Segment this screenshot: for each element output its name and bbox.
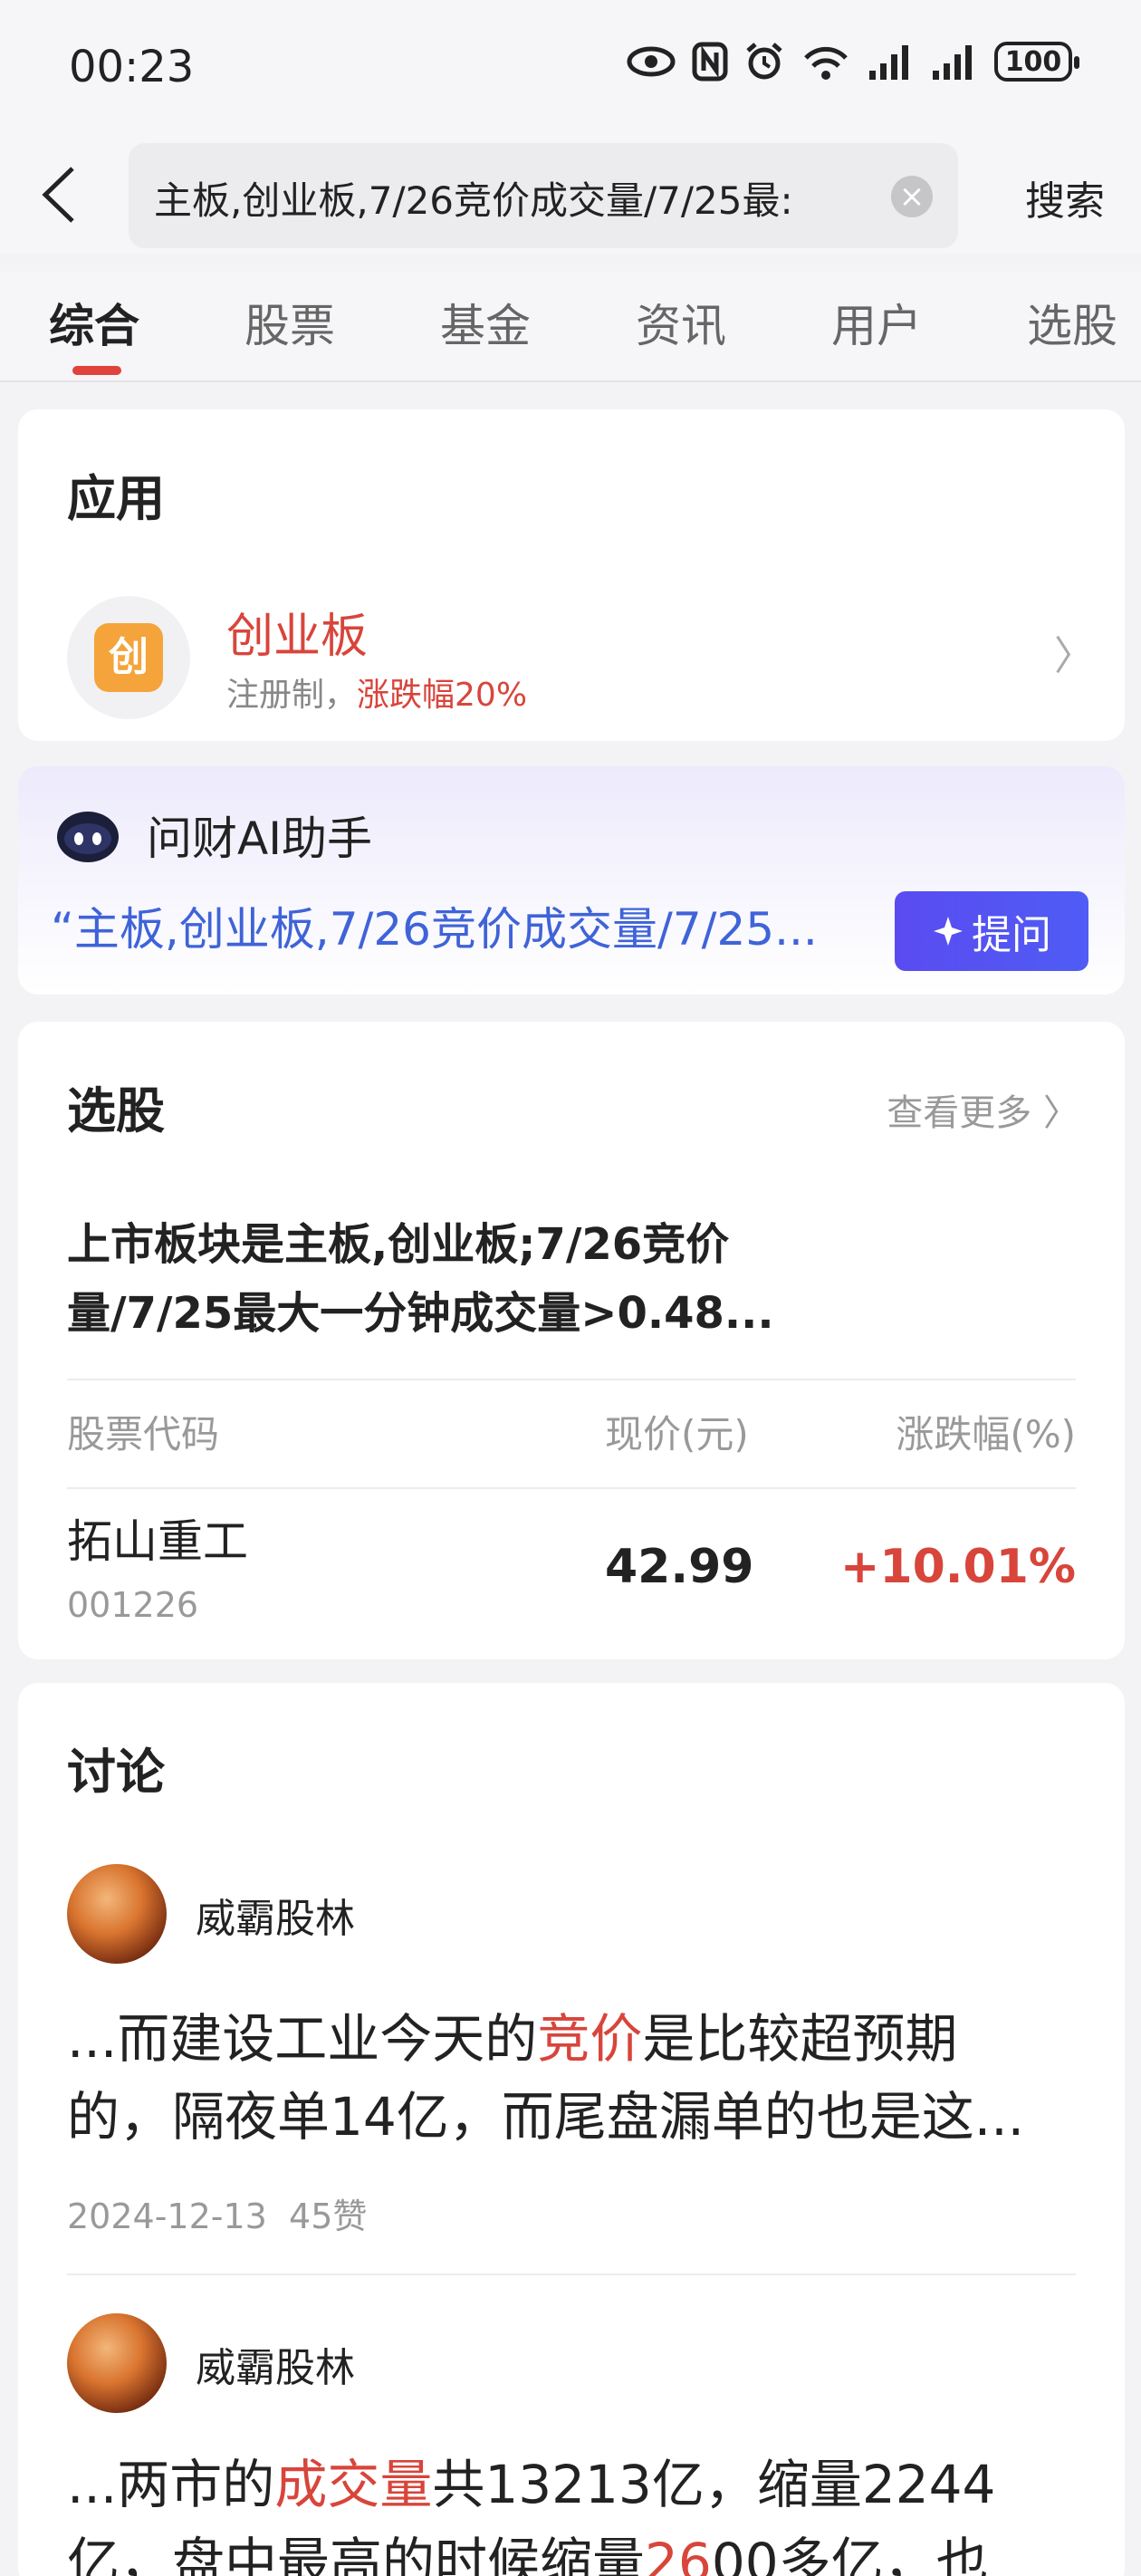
search-button[interactable]: 搜索	[1025, 168, 1105, 226]
post-meta: 2024-12-13 45赞	[67, 2188, 367, 2238]
sparkle-icon	[934, 917, 963, 946]
tab-screener[interactable]: 选股	[1027, 290, 1117, 355]
avatar[interactable]	[67, 1864, 167, 1964]
post-date: 2024-12-13	[67, 2196, 267, 2236]
status-time: 00:23	[69, 42, 195, 92]
alarm-icon	[746, 43, 782, 80]
stock-name: 拓山重工	[67, 1515, 248, 1568]
app-desc-highlight: 涨跌幅20%	[357, 677, 528, 714]
app-desc: 注册制，涨跌幅20%	[226, 668, 527, 716]
post-text-part: 00多亿，也	[711, 2532, 989, 2576]
post-likes: 45赞	[289, 2196, 368, 2236]
ai-query-suggestion[interactable]: “主板,创业板,7/26竞价成交量/7/25...	[51, 893, 877, 958]
post-text-part: 是比较超预期	[642, 2008, 958, 2070]
app-section-title: 应用	[67, 470, 165, 527]
view-more-label: 查看更多	[887, 1092, 1032, 1134]
post-highlight: 成交量	[274, 2454, 433, 2515]
chevron-right-icon: 〉	[1043, 1092, 1079, 1134]
battery-icon: 100	[994, 42, 1079, 82]
back-arrow-icon[interactable]	[33, 163, 87, 226]
post-author[interactable]: 威霸股林	[196, 2335, 355, 2393]
tab-bar: 综合 股票 基金 资讯 用户 选股	[0, 272, 1141, 382]
signal-icon	[869, 45, 908, 80]
avatar[interactable]	[67, 2313, 167, 2413]
status-bar: 00:23 100	[0, 0, 1141, 136]
view-more-link[interactable]: 查看更多 〉	[887, 1083, 1079, 1136]
eye-icon	[627, 46, 676, 77]
divider	[67, 1487, 1076, 1489]
ask-button[interactable]: 提问	[895, 891, 1088, 971]
post-highlight: 26	[645, 2532, 712, 2576]
ai-assistant-title: 问财AI助手	[147, 812, 372, 865]
search-bar: 主板,创业板,7/26竞价成交量/7/25最: × 搜索	[0, 136, 1141, 254]
ask-button-label: 提问	[972, 912, 1051, 958]
tab-users[interactable]: 用户	[831, 290, 922, 355]
stock-change: +10.01%	[839, 1540, 1076, 1594]
wifi-icon	[804, 46, 848, 80]
search-query[interactable]: 主板,创业板,7/26竞价成交量/7/25最:	[154, 170, 860, 226]
post-text: ...而建设工业今天的竞价是比较超预期的，隔夜单14亿，而尾盘漏单的也是这...	[67, 2000, 1081, 2156]
tab-overview[interactable]: 综合	[49, 290, 139, 355]
post-text-part: 亿，盘中最高的时候缩量	[67, 2532, 646, 2576]
post-author[interactable]: 威霸股林	[196, 1886, 355, 1944]
active-tab-indicator	[72, 366, 121, 375]
divider	[67, 1379, 1076, 1380]
post-text: ...两市的成交量共13213亿，缩量2244 亿，盘中最高的时候缩量2600多亿…	[67, 2446, 1081, 2576]
nfc-icon	[692, 42, 728, 82]
tab-stocks[interactable]: 股票	[244, 290, 335, 355]
header-stock-code: 股票代码	[67, 1412, 220, 1456]
screener-desc-line-1[interactable]: 上市板块是主板,创业板;7/26竞价	[67, 1208, 729, 1272]
app-card: 应用 创 创业板 注册制，涨跌幅20% 〉	[18, 409, 1125, 741]
app-icon-wrap: 创	[67, 596, 190, 719]
tab-news[interactable]: 资讯	[636, 290, 726, 355]
post-text-part: ...而建设工业今天的	[67, 2008, 538, 2070]
post-text-part: 共13213亿，缩量2244	[432, 2454, 996, 2515]
post-highlight: 竞价	[537, 2008, 643, 2070]
search-input[interactable]: 主板,创业板,7/26竞价成交量/7/25最: ×	[129, 143, 958, 248]
chinext-app-icon: 创	[94, 623, 163, 692]
divider	[67, 2273, 1076, 2275]
ai-assistant-card: 问财AI助手 “主板,创业板,7/26竞价成交量/7/25... 提问	[18, 766, 1125, 995]
robot-icon	[57, 812, 119, 862]
chevron-right-icon: 〉	[1054, 633, 1094, 679]
app-desc-prefix: 注册制，	[226, 677, 358, 714]
stock-code: 001226	[67, 1585, 199, 1625]
status-icons: 100	[627, 42, 1079, 82]
screener-title: 选股	[67, 1082, 165, 1139]
screener-desc-line-2[interactable]: 量/7/25最大一分钟成交量>0.48...	[67, 1277, 774, 1341]
clear-search-button[interactable]: ×	[891, 176, 933, 217]
post-text-part: ...两市的	[67, 2454, 275, 2515]
stock-price: 42.99	[605, 1540, 754, 1594]
app-name: 创业板	[226, 610, 369, 664]
discussion-title: 讨论	[67, 1744, 165, 1801]
tab-funds[interactable]: 基金	[440, 290, 531, 355]
post-text-part: 的，隔夜单14亿，而尾盘漏单的也是这...	[67, 2086, 1025, 2148]
screener-card: 选股 查看更多 〉 上市板块是主板,创业板;7/26竞价 量/7/25最大一分钟…	[18, 1022, 1125, 1659]
signal-icon-2	[933, 45, 972, 80]
header-price: 现价(元)	[605, 1412, 749, 1456]
header-change: 涨跌幅(%)	[896, 1412, 1076, 1456]
discussion-card: 讨论 威霸股林 ...而建设工业今天的竞价是比较超预期的，隔夜单14亿，而尾盘漏…	[18, 1683, 1125, 2576]
